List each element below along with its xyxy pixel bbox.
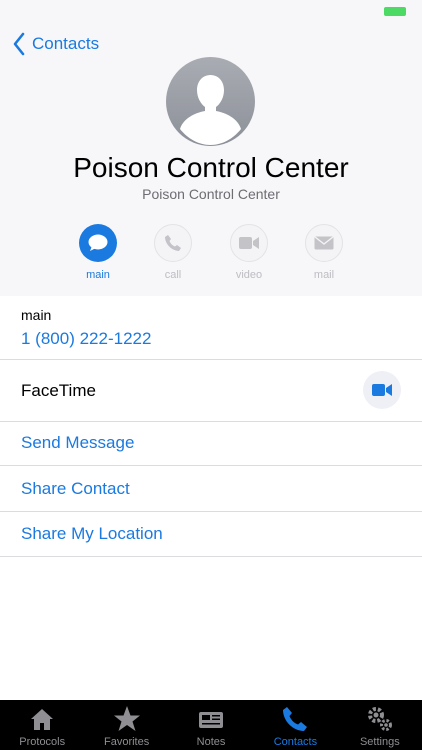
tab-favorites[interactable]: Favorites [84, 700, 168, 750]
phone-icon [283, 707, 308, 731]
divider [0, 465, 422, 466]
action-label: call [164, 269, 182, 281]
star-icon [113, 706, 140, 731]
tab-label: Contacts [273, 736, 318, 748]
tab-label: Notes [196, 736, 226, 748]
video-camera-icon [372, 384, 392, 396]
contact-subtitle: Poison Control Center [142, 186, 280, 202]
tab-label: Settings [359, 736, 400, 748]
action-label: video [235, 269, 263, 281]
tab-contacts[interactable]: Contacts [253, 700, 337, 750]
house-icon [31, 709, 54, 730]
divider [0, 556, 422, 557]
envelope-icon [305, 224, 343, 262]
action-call[interactable]: call [143, 224, 203, 281]
share-contact-link[interactable]: Share Contact [21, 479, 130, 499]
phone-type-label: main [21, 307, 52, 323]
facetime-label: FaceTime [21, 381, 96, 400]
phone-icon [154, 224, 192, 262]
person-silhouette-icon [180, 75, 241, 145]
divider [0, 359, 422, 360]
status-bar [0, 0, 422, 22]
back-button[interactable]: Contacts [12, 30, 99, 58]
tab-notes[interactable]: Notes [169, 700, 253, 750]
video-camera-icon [230, 224, 268, 262]
phone-number-link[interactable]: 1 (800) 222-1222 [21, 329, 151, 349]
tab-settings[interactable]: Settings [338, 700, 422, 750]
quick-actions: main call video mail [0, 224, 422, 284]
tab-label: Favorites [103, 736, 150, 748]
tab-bar: Protocols Favorites Notes Contacts Setti… [0, 700, 422, 750]
divider [0, 511, 422, 512]
action-main[interactable]: main [68, 224, 128, 281]
chevron-left-icon [13, 32, 25, 56]
contact-header: Contacts Poison Control Center Poison Co… [0, 0, 422, 296]
action-label: main [86, 269, 110, 281]
gears-icon [367, 707, 392, 731]
divider [0, 421, 422, 422]
share-location-link[interactable]: Share My Location [21, 524, 163, 544]
action-video[interactable]: video [219, 224, 279, 281]
action-label: mail [313, 269, 335, 281]
facetime-video-button[interactable] [363, 371, 401, 409]
tab-label: Protocols [19, 736, 66, 748]
send-message-link[interactable]: Send Message [21, 433, 134, 453]
newspaper-icon [199, 712, 224, 728]
back-button-label: Contacts [32, 34, 100, 53]
contact-name: Poison Control Center [73, 152, 349, 183]
action-mail[interactable]: mail [294, 224, 354, 281]
tab-protocols[interactable]: Protocols [0, 700, 84, 750]
battery-icon [384, 7, 406, 16]
message-bubble-icon [79, 224, 117, 262]
avatar [166, 57, 255, 146]
